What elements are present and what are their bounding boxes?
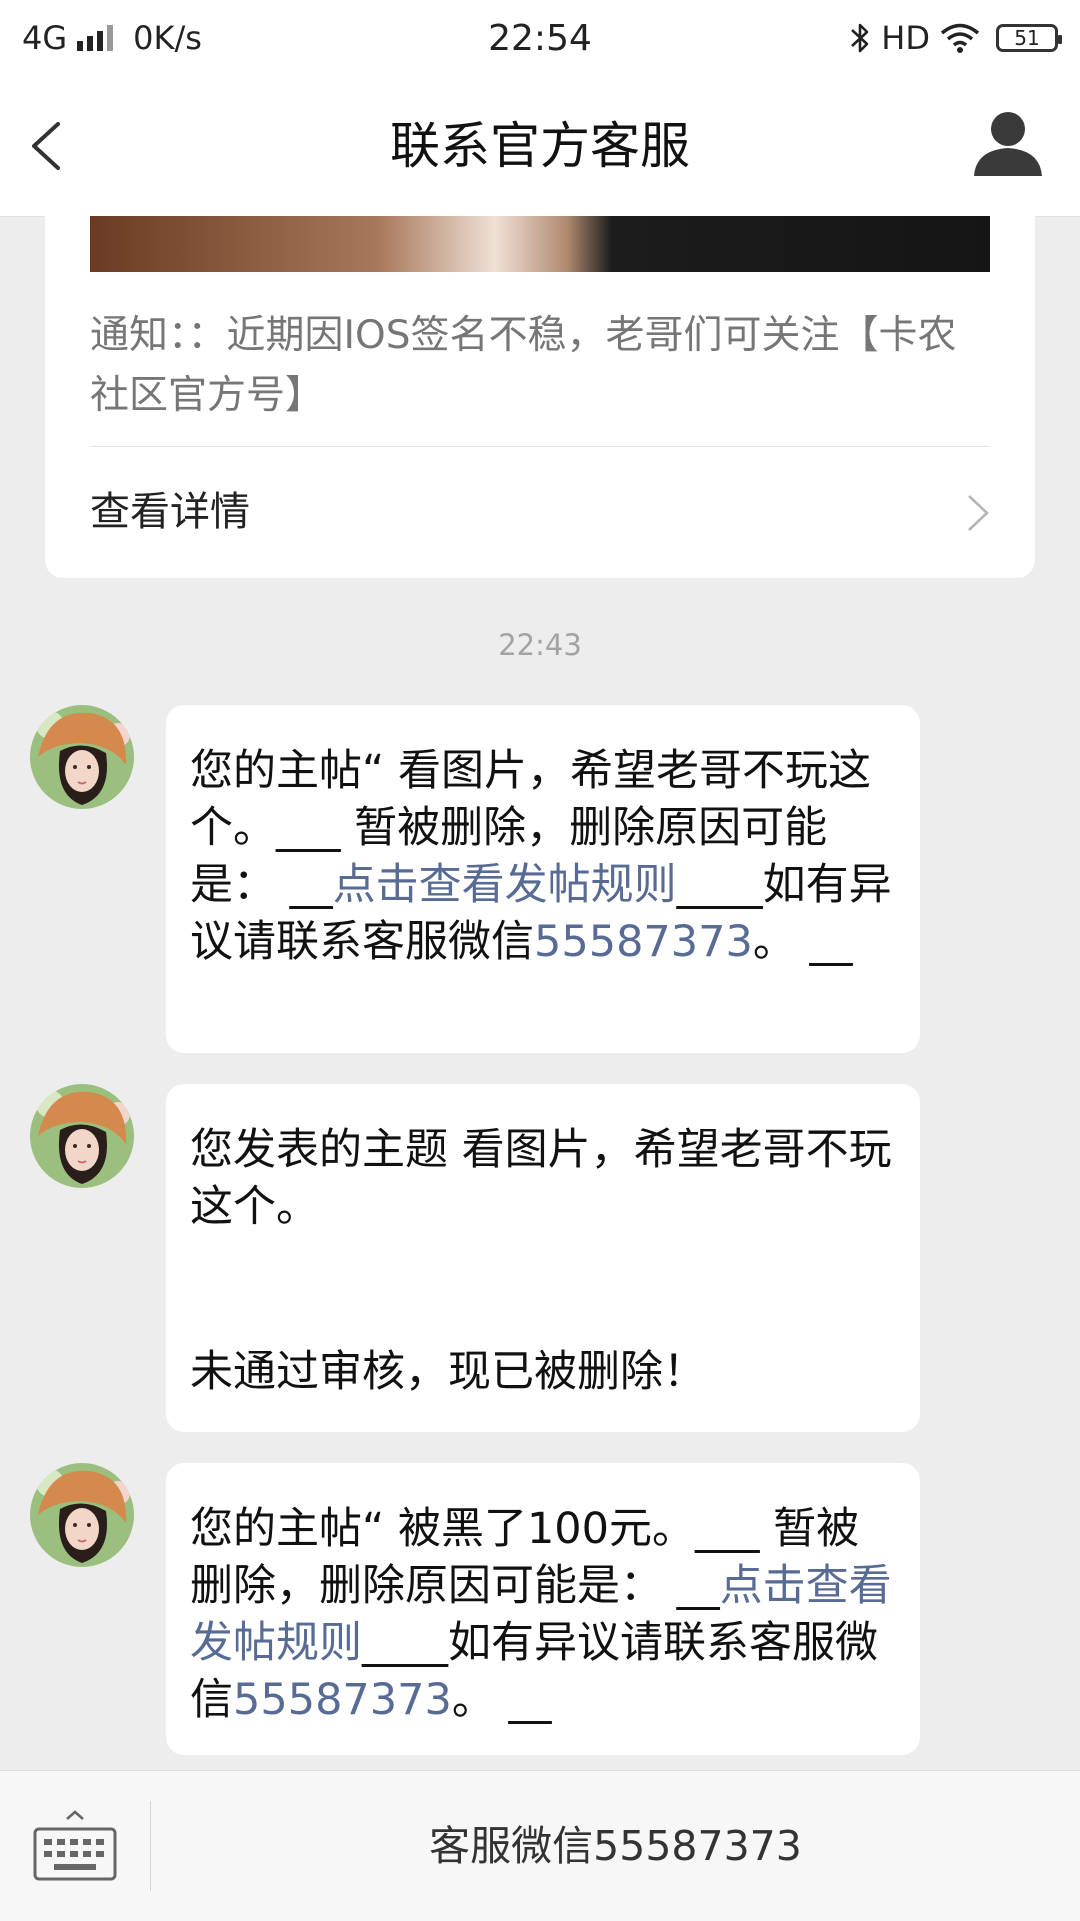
- avatar-icon: [30, 705, 134, 809]
- hd-indicator: HD: [881, 19, 930, 57]
- bottom-bar: 客服微信55587373: [0, 1770, 1080, 1921]
- avatar-icon: [30, 1084, 134, 1188]
- keyboard-icon: [33, 1810, 117, 1881]
- person-icon: [974, 112, 1042, 176]
- avatar[interactable]: [30, 1084, 134, 1188]
- message-text: 未通过审核，现已被删除！: [190, 1347, 706, 1397]
- view-details-label: 查看详情: [90, 489, 250, 535]
- notice-card: 通知：：近期因IOS签名不稳，老哥们可关注【卡农社区官方号】 查看详情: [45, 216, 1035, 578]
- wechat-number-link[interactable]: 55587373: [534, 917, 753, 967]
- posting-rules-link[interactable]: 点击查看发帖规则: [333, 860, 677, 910]
- chevron-left-icon: [32, 122, 60, 170]
- chevron-right-icon: [968, 495, 989, 531]
- card-image: [90, 216, 990, 272]
- message-timestamp: 22:43: [498, 628, 582, 662]
- view-details-row[interactable]: 查看详情: [90, 447, 990, 578]
- avatar-icon: [30, 1463, 134, 1567]
- keyboard-toggle-button[interactable]: [30, 1809, 120, 1885]
- battery-icon: 51: [996, 24, 1062, 52]
- page-title: 联系官方客服: [390, 117, 690, 175]
- notice-text: 通知：：近期因IOS签名不稳，老哥们可关注【卡农社区官方号】: [90, 313, 957, 418]
- avatar[interactable]: [30, 1463, 134, 1567]
- menu-item-wechat[interactable]: 客服微信55587373: [151, 1771, 1080, 1921]
- bluetooth-icon: [851, 23, 869, 53]
- avatar[interactable]: [30, 705, 134, 809]
- message-text: 。 __: [451, 1675, 552, 1725]
- wifi-icon: [940, 23, 980, 53]
- message-text: 您发表的主题 看图片，希望老哥不玩这个。: [190, 1125, 892, 1232]
- wechat-number-link[interactable]: 55587373: [233, 1675, 452, 1725]
- network-type: 4G: [22, 19, 68, 57]
- back-button[interactable]: [24, 116, 84, 176]
- message-bubble: 您的主帖“ 被黑了100元。___ 暂被删除，删除原因可能是： __点击查看发帖…: [166, 1463, 920, 1755]
- network-speed: 0K/s: [133, 19, 202, 57]
- message-bubble: 您发表的主题 看图片，希望老哥不玩这个。 未通过审核，现已被删除！: [166, 1084, 920, 1432]
- signal-icon: [77, 25, 114, 51]
- status-right: HD 51: [849, 19, 1062, 57]
- nav-bar: 联系官方客服: [0, 76, 1080, 217]
- message-text: 。 __: [752, 917, 853, 967]
- status-left: 4G 0K/s: [22, 19, 202, 57]
- status-bar: 4G 0K/s 22:54 HD 51: [0, 0, 1080, 76]
- message-bubble: 您的主帖“ 看图片，希望老哥不玩这个。___ 暂被删除，删除原因可能是： __点…: [166, 705, 920, 1053]
- profile-button[interactable]: [970, 106, 1046, 182]
